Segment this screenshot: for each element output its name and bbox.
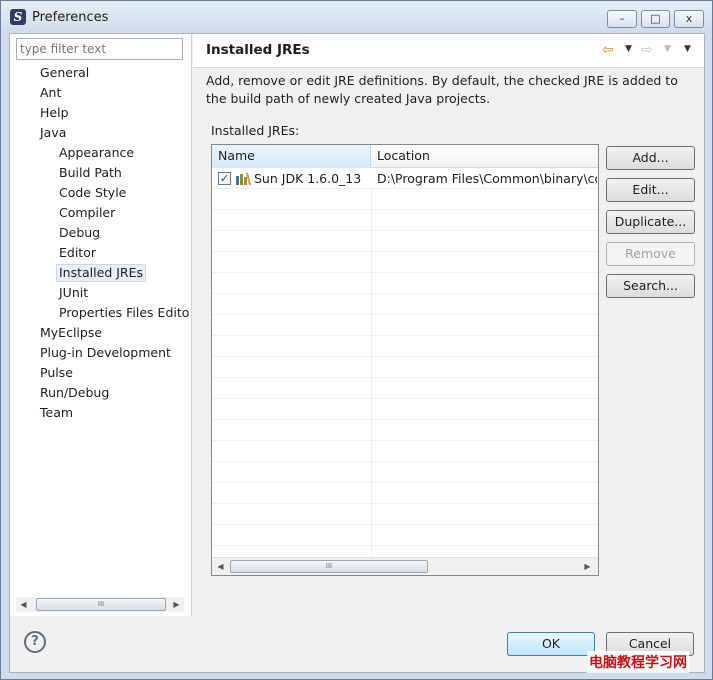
tree-item-properties-files-editor[interactable]: Properties Files Edito (59, 304, 189, 322)
edit-button[interactable]: Edit... (606, 178, 695, 202)
preferences-window: S Preferences – □ x General Ant Help Jav… (0, 0, 713, 680)
site-watermark: 电脑教程学习网 (587, 651, 689, 673)
table-row (212, 504, 598, 525)
maximize-button[interactable]: □ (641, 10, 670, 28)
tree-item-ant[interactable]: Ant (40, 84, 61, 102)
add-button[interactable]: Add... (606, 146, 695, 170)
back-arrow-icon[interactable]: ⇦ (602, 42, 614, 58)
table-row[interactable]: ✓ Sun JDK 1.6.0_13 D:\Program Files\Comm… (212, 168, 598, 189)
page-header: Installed JREs ⇦ ▼ ⇨ ▼ ▼ (193, 34, 704, 68)
filter-input[interactable] (16, 38, 183, 60)
table-row (212, 378, 598, 399)
minimize-button[interactable]: – (607, 10, 637, 28)
table-row (212, 189, 598, 210)
tree-item-plugin-development[interactable]: Plug-in Development (40, 344, 171, 362)
scroll-thumb[interactable]: III (230, 560, 428, 573)
tree-item-appearance[interactable]: Appearance (59, 144, 134, 162)
table-row (212, 441, 598, 462)
preference-page: Installed JREs ⇦ ▼ ⇨ ▼ ▼ Add, remove or … (193, 34, 704, 616)
remove-button: Remove (606, 242, 695, 266)
tree-item-junit[interactable]: JUnit (59, 284, 88, 302)
duplicate-button[interactable]: Duplicate... (606, 210, 695, 234)
table-header: Name Location (212, 145, 598, 168)
jre-name: Sun JDK 1.6.0_13 (254, 171, 362, 186)
tree-item-editor[interactable]: Editor (59, 244, 96, 262)
scroll-left-arrow-icon[interactable]: ◀ (18, 599, 29, 610)
eclipse-app-icon: S (10, 9, 26, 25)
jre-table: Name Location ✓ Sun JDK 1.6.0_13 D:\Prog… (211, 144, 599, 576)
scroll-left-arrow-icon[interactable]: ◀ (215, 561, 226, 572)
forward-arrow-icon: ⇨ (641, 42, 653, 58)
scroll-right-arrow-icon[interactable]: ▶ (582, 561, 593, 572)
ok-button[interactable]: OK (507, 632, 595, 656)
tree-item-general[interactable]: General (40, 64, 89, 82)
installed-jres-label: Installed JREs: (211, 123, 300, 138)
close-button[interactable]: x (674, 10, 704, 28)
table-row (212, 462, 598, 483)
view-menu-icon[interactable]: ▼ (684, 44, 691, 54)
jre-location: D:\Program Files\Common\binary\com (377, 171, 597, 186)
table-row (212, 252, 598, 273)
scroll-right-arrow-icon[interactable]: ▶ (171, 599, 182, 610)
table-row (212, 273, 598, 294)
tree-item-java[interactable]: Java (40, 124, 66, 142)
jre-checkbox[interactable]: ✓ (218, 172, 231, 185)
tree-item-compiler[interactable]: Compiler (59, 204, 115, 222)
table-row (212, 399, 598, 420)
tree-item-installed-jres[interactable]: Installed JREs (56, 264, 147, 282)
column-header-location[interactable]: Location (371, 145, 598, 168)
forward-dropdown-icon: ▼ (664, 44, 671, 54)
table-row (212, 231, 598, 252)
table-row (212, 294, 598, 315)
tree-item-code-style[interactable]: Code Style (59, 184, 126, 202)
jre-library-icon (236, 172, 251, 186)
table-row (212, 525, 598, 546)
tree-item-build-path[interactable]: Build Path (59, 164, 122, 182)
table-row (212, 210, 598, 231)
table-row (212, 336, 598, 357)
column-header-name[interactable]: Name (212, 145, 371, 168)
page-title: Installed JREs (206, 42, 310, 58)
scroll-thumb[interactable]: III (36, 598, 166, 611)
help-icon[interactable]: ? (24, 631, 46, 653)
tree-horizontal-scrollbar[interactable]: ◀ III ▶ (16, 597, 184, 612)
dialog-client-area: General Ant Help Java Appearance Build P… (9, 33, 705, 673)
title-bar[interactable]: S Preferences – □ x (1, 1, 712, 33)
table-row (212, 357, 598, 378)
table-row (212, 315, 598, 336)
back-dropdown-icon[interactable]: ▼ (625, 44, 632, 54)
table-row (212, 420, 598, 441)
table-horizontal-scrollbar[interactable]: ◀ III ▶ (212, 557, 598, 575)
tree-item-myeclipse[interactable]: MyEclipse (40, 324, 102, 342)
page-description: Add, remove or edit JRE definitions. By … (206, 73, 678, 106)
tree-item-debug[interactable]: Debug (59, 224, 100, 242)
tree-item-run-debug[interactable]: Run/Debug (40, 384, 109, 402)
tree-item-pulse[interactable]: Pulse (40, 364, 73, 382)
search-button[interactable]: Search... (606, 274, 695, 298)
window-title: Preferences (32, 10, 109, 25)
tree-item-team[interactable]: Team (40, 404, 73, 422)
table-row (212, 483, 598, 504)
preference-tree-panel: General Ant Help Java Appearance Build P… (10, 34, 192, 616)
tree-item-help[interactable]: Help (40, 104, 69, 122)
